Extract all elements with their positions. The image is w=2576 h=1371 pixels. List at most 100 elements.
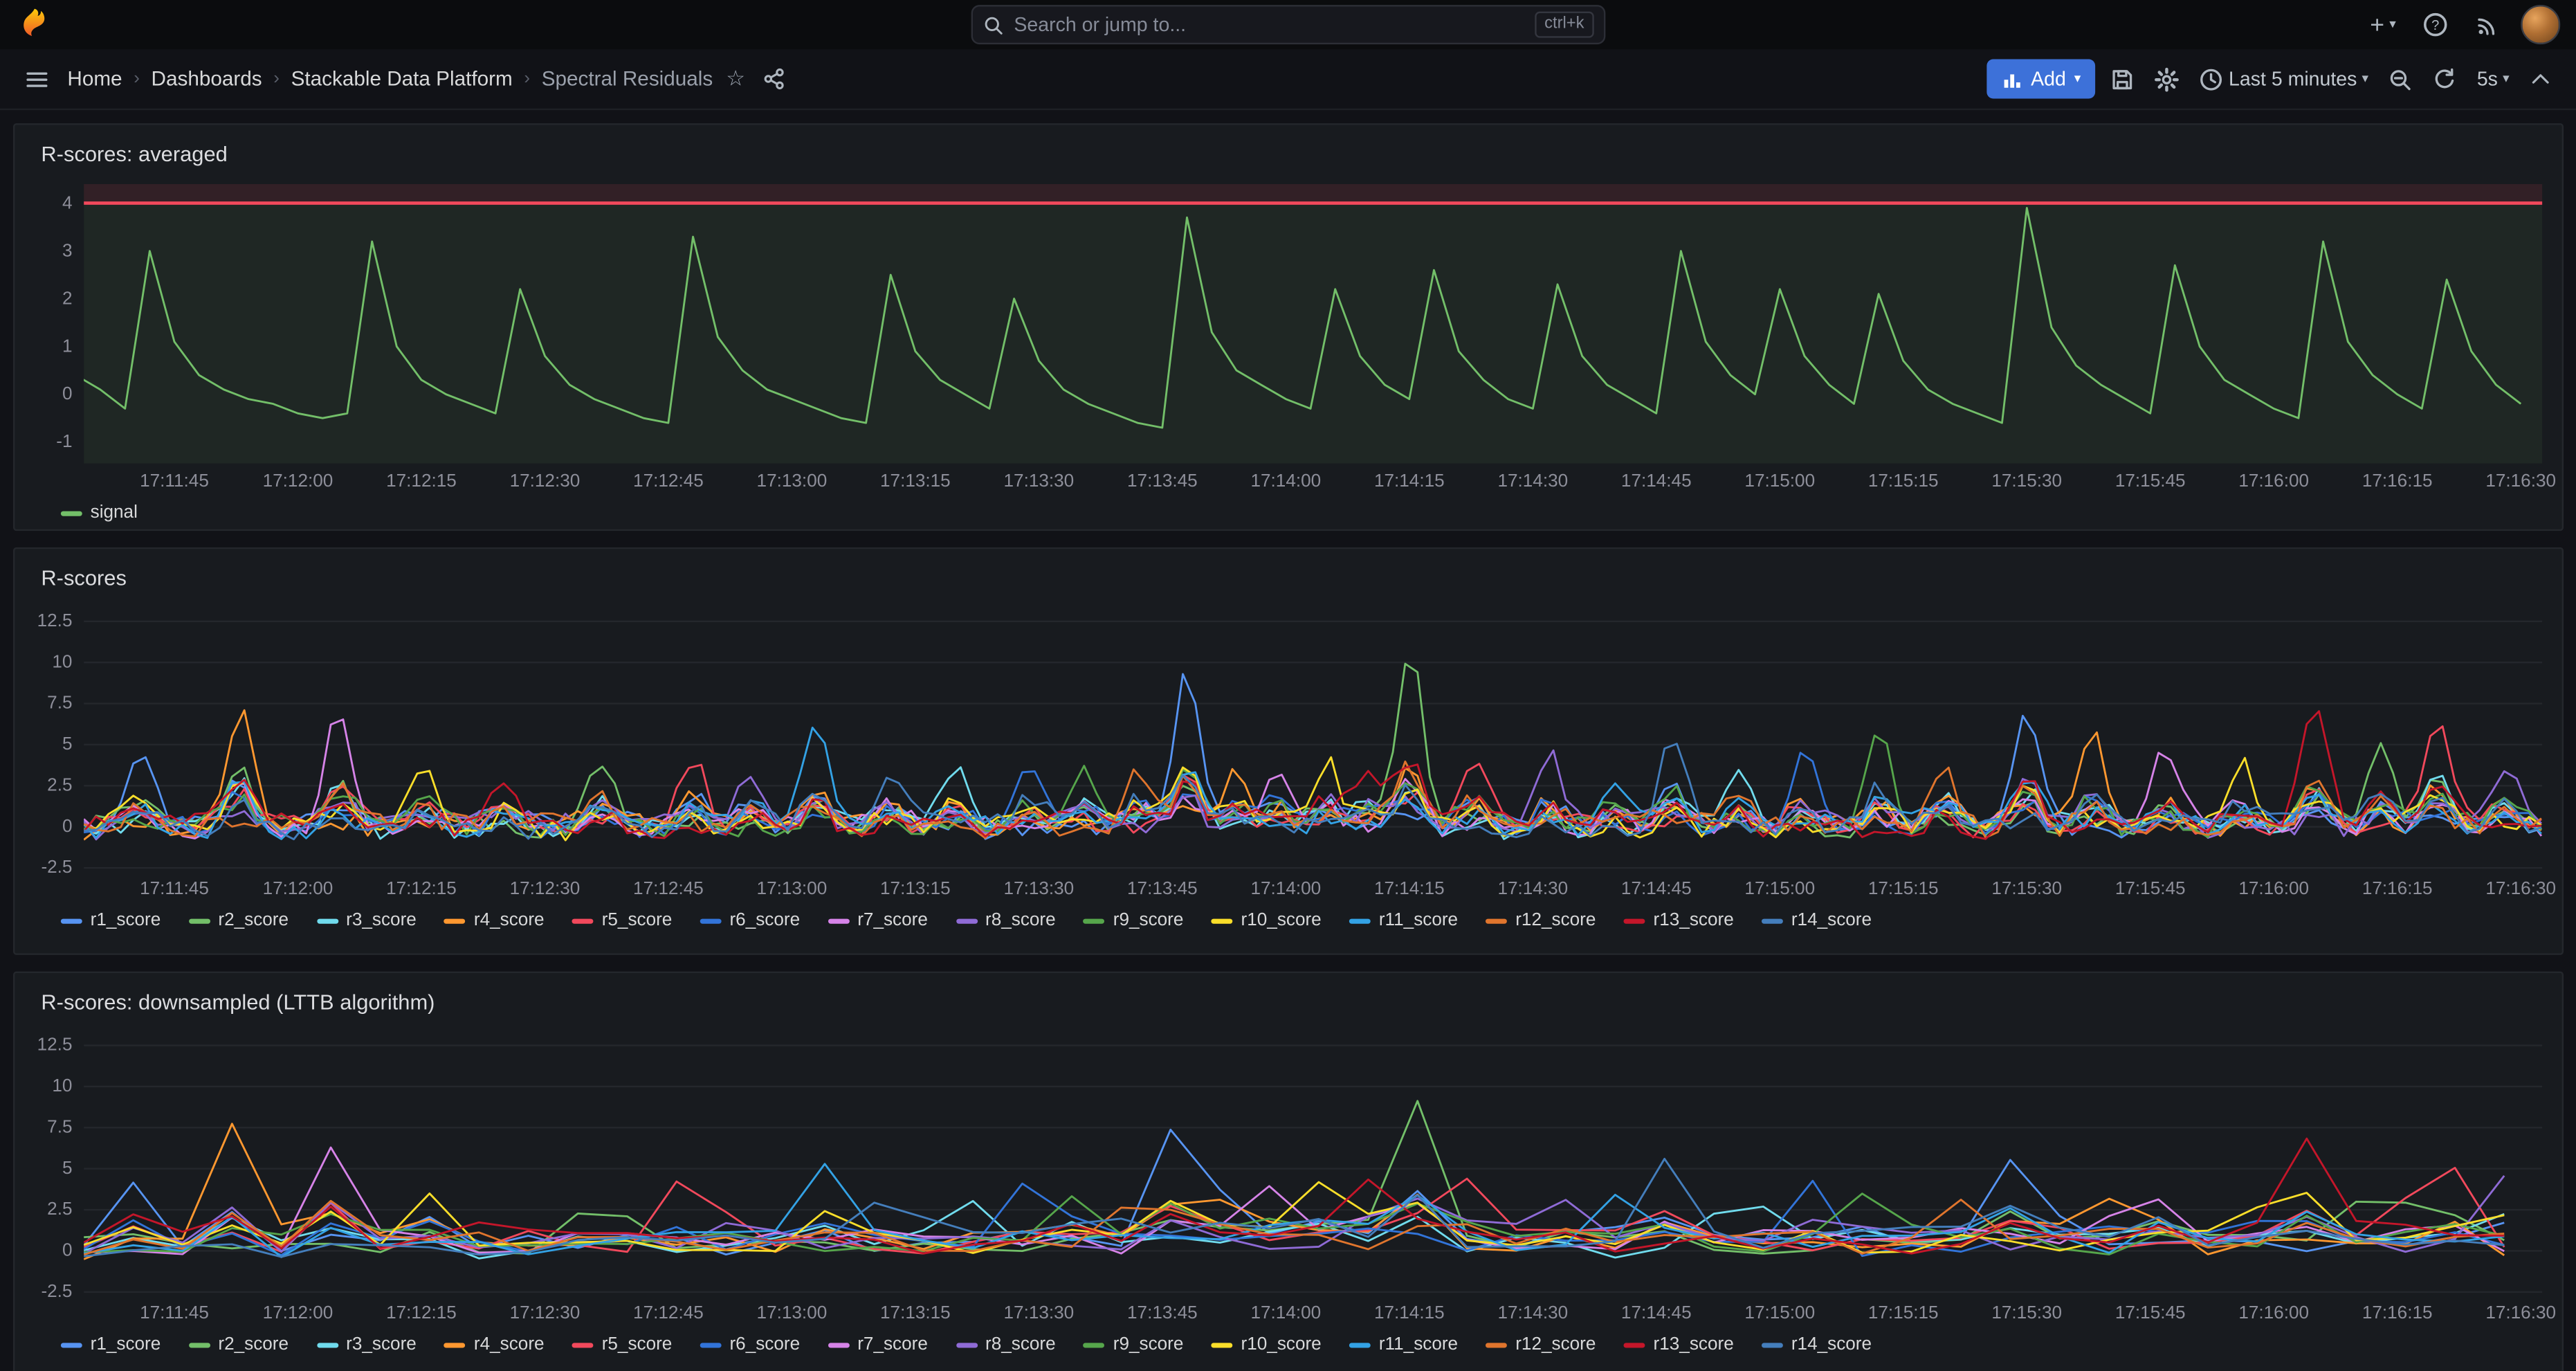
time-range-picker[interactable]: Last 5 minutes ▾ [2194, 63, 2373, 94]
legend-item-r2_score[interactable]: r2_score [189, 1335, 289, 1355]
legend-item-r7_score[interactable]: r7_score [828, 1335, 927, 1355]
x-axis-label: 17:12:30 [510, 1303, 581, 1323]
legend-swatch [1212, 1342, 1233, 1347]
top-nav-bar: Search or jump to... ctrl+k + ▾ ? [0, 0, 2576, 49]
x-axis-label: 17:13:00 [757, 472, 828, 492]
legend-item-r6_score[interactable]: r6_score [700, 911, 800, 931]
legend-item-r5_score[interactable]: r5_score [572, 911, 672, 931]
legend-label: r2_score [218, 1335, 289, 1355]
legend-item-r10_score[interactable]: r10_score [1212, 1335, 1322, 1355]
y-axis-label: 5 [62, 1157, 73, 1180]
legend-item-r11_score[interactable]: r11_score [1349, 1335, 1458, 1355]
legend-item-r5_score[interactable]: r5_score [572, 1335, 672, 1355]
legend-item-r7_score[interactable]: r7_score [828, 911, 927, 931]
refresh-interval-picker[interactable]: 5s ▾ [2472, 64, 2514, 94]
chevron-up-icon [2529, 67, 2552, 90]
user-avatar[interactable] [2521, 5, 2560, 44]
legend-label: r8_score [985, 1335, 1056, 1355]
grafana-logo[interactable] [17, 7, 53, 43]
legend-item-r9_score[interactable]: r9_score [1084, 911, 1183, 931]
legend-item-signal[interactable]: signal [61, 503, 138, 523]
legend-item-r4_score[interactable]: r4_score [444, 1335, 544, 1355]
breadcrumb-dashboards[interactable]: Dashboards [152, 67, 262, 90]
breadcrumb-folder[interactable]: Stackable Data Platform [291, 67, 513, 90]
legend-label: r12_score [1515, 1335, 1596, 1355]
timeseries-chart[interactable] [84, 608, 2542, 871]
timeseries-chart[interactable] [84, 184, 2542, 464]
legend-label: r1_score [91, 911, 161, 931]
x-axis-label: 17:15:45 [2115, 880, 2186, 900]
dashboard-settings-button[interactable] [2150, 63, 2184, 94]
legend-swatch [700, 1342, 722, 1347]
legend-swatch [1624, 1342, 1645, 1347]
x-axis-label: 17:13:30 [1004, 472, 1075, 492]
dashboard-actions: Add ▾ [1986, 60, 2557, 99]
refresh-interval-label: 5s [2477, 67, 2498, 90]
legend-item-r14_score[interactable]: r14_score [1762, 1335, 1872, 1355]
dashboard-nav-bar: Home › Dashboards › Stackable Data Platf… [0, 49, 2576, 110]
legend-swatch [1349, 918, 1371, 923]
panel-title[interactable]: R-scores: downsampled (LTTB algorithm) [41, 990, 435, 1015]
share-button[interactable] [758, 64, 792, 94]
legend-item-r3_score[interactable]: r3_score [316, 911, 416, 931]
x-axis-label: 17:11:45 [140, 472, 209, 492]
legend-item-r12_score[interactable]: r12_score [1486, 911, 1596, 931]
legend-label: r14_score [1791, 1335, 1872, 1355]
help-button[interactable]: ? [2418, 8, 2454, 42]
chevron-down-icon: ▾ [2074, 73, 2081, 86]
panel-title[interactable]: R-scores: averaged [41, 141, 227, 166]
legend-item-r11_score[interactable]: r11_score [1349, 911, 1458, 931]
legend-label: r11_score [1379, 1335, 1458, 1355]
legend-item-r14_score[interactable]: r14_score [1762, 911, 1872, 931]
legend-item-r1_score[interactable]: r1_score [61, 1335, 161, 1355]
legend-label: r10_score [1241, 911, 1322, 931]
save-dashboard-button[interactable] [2105, 63, 2140, 94]
legend: signal [35, 498, 2542, 523]
new-button[interactable]: + ▾ [2365, 9, 2401, 40]
legend-item-r10_score[interactable]: r10_score [1212, 911, 1322, 931]
legend-swatch [316, 918, 338, 923]
y-axis-label: 5 [62, 733, 73, 756]
legend-item-r8_score[interactable]: r8_score [956, 911, 1055, 931]
x-axis-label: 17:12:00 [263, 472, 334, 492]
zoom-out-button[interactable] [2383, 63, 2418, 94]
mega-menu-toggle[interactable] [20, 63, 55, 94]
help-icon: ? [2422, 12, 2449, 38]
legend-label: r6_score [729, 911, 800, 931]
legend-item-r13_score[interactable]: r13_score [1624, 911, 1734, 931]
legend-item-r4_score[interactable]: r4_score [444, 911, 544, 931]
save-icon [2110, 66, 2135, 91]
legend-item-r6_score[interactable]: r6_score [700, 1335, 800, 1355]
news-button[interactable] [2470, 9, 2505, 40]
x-axis-label: 17:15:00 [1744, 472, 1815, 492]
rss-icon [2475, 12, 2500, 37]
legend-label: r3_score [346, 1335, 417, 1355]
legend-item-r12_score[interactable]: r12_score [1486, 1335, 1596, 1355]
x-axis-label: 17:16:15 [2362, 1303, 2433, 1323]
legend-item-r8_score[interactable]: r8_score [956, 1335, 1055, 1355]
breadcrumb-home[interactable]: Home [67, 67, 122, 90]
collapse-controls-button[interactable] [2524, 64, 2557, 94]
legend-item-r2_score[interactable]: r2_score [189, 911, 289, 931]
x-axis: 17:11:4517:12:0017:12:1517:12:3017:12:45… [35, 1300, 2542, 1330]
timeseries-chart[interactable] [84, 1033, 2542, 1296]
x-axis-label: 17:16:30 [2485, 880, 2556, 900]
legend-item-r3_score[interactable]: r3_score [316, 1335, 416, 1355]
legend-swatch [828, 918, 849, 923]
refresh-button[interactable] [2428, 63, 2463, 94]
legend-label: r2_score [218, 911, 289, 931]
legend-label: r3_score [346, 911, 417, 931]
share-icon [763, 67, 786, 90]
legend-item-r13_score[interactable]: r13_score [1624, 1335, 1734, 1355]
favorite-star-button[interactable]: ☆ [726, 66, 745, 92]
y-axis-label: 0 [62, 1240, 73, 1262]
search-input[interactable]: Search or jump to... ctrl+k [971, 5, 1606, 44]
x-axis-label: 17:11:45 [140, 1303, 209, 1323]
legend-item-r1_score[interactable]: r1_score [61, 911, 161, 931]
legend-label: r9_score [1113, 911, 1184, 931]
breadcrumb-separator: › [524, 69, 530, 89]
legend: r1_score r2_score r3_score r4_score r5_score… [35, 906, 2542, 931]
panel-title[interactable]: R-scores [41, 565, 127, 590]
legend-item-r9_score[interactable]: r9_score [1084, 1335, 1183, 1355]
add-panel-button[interactable]: Add ▾ [1986, 60, 2096, 99]
